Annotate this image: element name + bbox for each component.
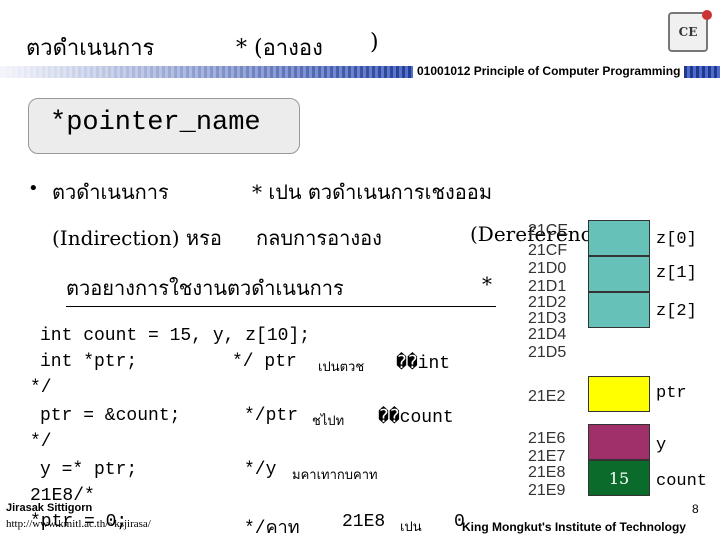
footer-institute: King Mongkut's Institute of Technology [462, 520, 686, 534]
bullet-line2-a: (Indirection) หรอ [52, 226, 222, 250]
course-name: 01001012 Principle of Computer Programmi… [413, 64, 685, 78]
page-number: 8 [692, 502, 699, 516]
code-line-5: */ [30, 432, 52, 452]
code-comment-8-addr: 21E8 [342, 512, 386, 532]
count-value: 15 [608, 468, 630, 488]
logo-text: CE [678, 25, 698, 39]
mem-address: 21E2 [528, 388, 566, 405]
code-comment-8-thai: เปน [400, 520, 422, 535]
mem-address: 21CE [528, 222, 569, 239]
bullet-line1-b: * เปน ตวดำเนนการเชงออม [252, 180, 492, 204]
ce-logo: CE [668, 10, 712, 52]
mem-address: 21E6 [528, 430, 566, 447]
syntax-text: *pointer_name [50, 108, 261, 138]
header-bar-fade [0, 66, 420, 78]
code-line-2: int *ptr; [40, 352, 138, 372]
var-label-z0: z[0] [656, 230, 697, 249]
mem-cell-z2 [588, 292, 650, 328]
mem-cell-count: 15 [588, 460, 650, 496]
mem-cell-ptr [588, 376, 650, 412]
code-comment-8: */คาท [244, 519, 300, 539]
code-comment-4-thai: ชไปท [312, 414, 345, 429]
code-comment-2-thai: เปนตวช [318, 360, 365, 375]
code-comment-6-thai: มคาเทากบคาท [292, 468, 378, 483]
slide-title: ตวดำเนนการ [26, 36, 155, 61]
var-label-y: y [656, 436, 667, 455]
code-comment-4-var: ��count [378, 408, 454, 428]
mem-cell-z0 [588, 220, 650, 256]
bullet-line2-b: กลบการอางอง [256, 226, 382, 250]
code-comment-2-type: ��int [396, 354, 451, 374]
code-line-3: */ [30, 378, 52, 398]
example-star: * [482, 272, 492, 296]
mem-address: 21D4 [528, 326, 567, 343]
var-label-z1: z[1] [656, 264, 697, 283]
mem-address: 21E9 [528, 482, 566, 499]
mem-cell-z1 [588, 256, 650, 292]
code-comment-4: */ptr [244, 406, 299, 426]
code-line-6: y =* ptr; [40, 460, 138, 480]
mem-address: 21D5 [528, 344, 567, 361]
slide-title-paren: ) [370, 30, 379, 55]
code-line-1: int count = 15, y, z[10]; [40, 326, 311, 346]
code-comment-6: */y [244, 460, 277, 480]
bullet-line1-a: ตวดำเนนการ [52, 180, 169, 204]
mem-address: 21E8 [528, 464, 566, 481]
mem-address: 21D0 [528, 260, 567, 277]
var-label-count: count [656, 472, 708, 491]
code-line-4: ptr = &count; [40, 406, 181, 426]
var-label-ptr: ptr [656, 384, 687, 403]
mem-cell-y [588, 424, 650, 460]
footer-url[interactable]: http://www.kmitl.ac.th/~ksjirasa/ [6, 518, 151, 530]
code-comment-2: */ ptr [232, 352, 297, 372]
mem-address: 21CF [528, 242, 568, 259]
example-heading: ตวอยางการใชงานตวดำเนนการ [66, 272, 496, 307]
slide-title-star: * (อางอง [236, 36, 323, 61]
footer-author: Jirasak Sittigorn [6, 502, 93, 514]
var-label-z2: z[2] [656, 302, 697, 321]
bullet-icon: • [28, 178, 39, 199]
